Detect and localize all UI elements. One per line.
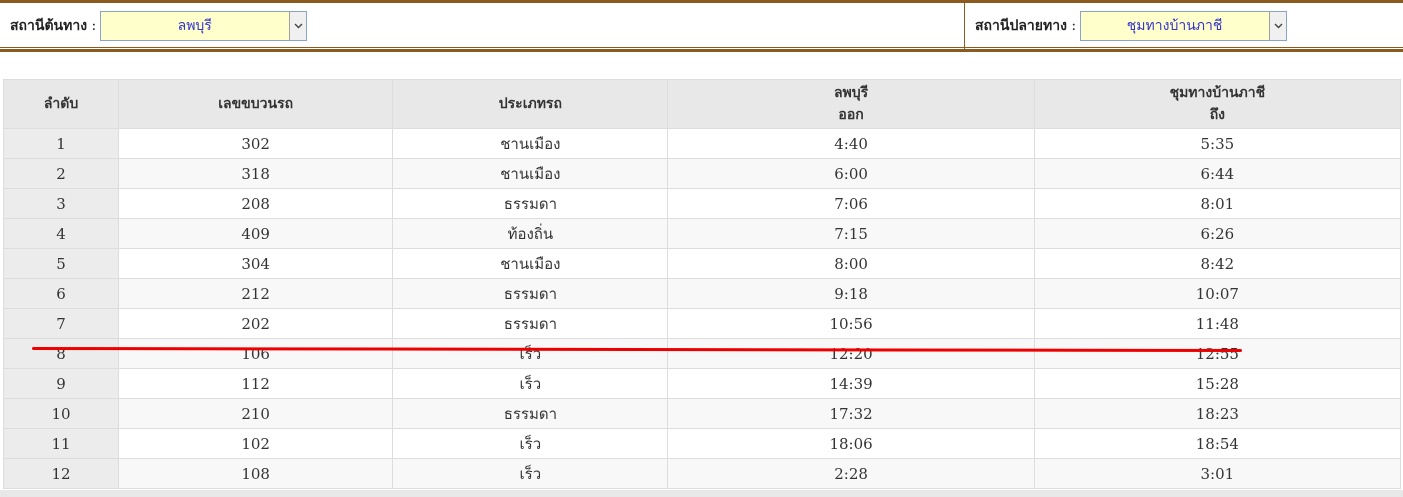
- table-row: 9 112 เร็ว 14:39 15:28: [2, 368, 1402, 399]
- cell-train-type: ธรรมดา: [392, 398, 669, 429]
- cell-depart-time: 10:56: [667, 308, 1035, 339]
- cell-arrive-time: 3:01: [1033, 458, 1402, 489]
- cell-depart-time: 7:15: [667, 218, 1035, 249]
- cell-train-type: ชานเมือง: [392, 158, 669, 189]
- header-destination-arrive: ชุมทางบ้านภาชี ถึง: [1033, 79, 1402, 129]
- chevron-down-icon[interactable]: [1269, 12, 1287, 40]
- origin-station-group: สถานีต้นทาง : ลพบุรี: [0, 3, 965, 49]
- origin-station-label: สถานีต้นทาง :: [10, 18, 97, 34]
- header-train-number: เลขขบวนรถ: [118, 79, 394, 129]
- cell-train-number: 108: [118, 458, 394, 489]
- cell-depart-time: 14:39: [667, 368, 1035, 399]
- cell-depart-time: 17:32: [667, 398, 1035, 429]
- cell-train-number: 106: [118, 338, 394, 369]
- cell-index: 11: [2, 428, 120, 459]
- cell-index: 4: [2, 218, 120, 249]
- cell-index: 9: [2, 368, 120, 399]
- table-row: 7 202 ธรรมดา 10:56 11:48: [2, 308, 1402, 339]
- cell-train-number: 318: [118, 158, 394, 189]
- cell-index: 10: [2, 398, 120, 429]
- cell-train-type: ท้องถิ่น: [392, 218, 669, 249]
- origin-station-select[interactable]: ลพบุรี: [100, 11, 308, 41]
- cell-train-type: เร็ว: [392, 428, 669, 459]
- cell-arrive-time: 12:55: [1033, 338, 1402, 369]
- table-footer-row: [0, 490, 1403, 497]
- station-selector-bar: สถานีต้นทาง : ลพบุรี สถานีปลายทาง : ชุมท…: [0, 0, 1403, 52]
- table-row: 10 210 ธรรมดา 17:32 18:23: [2, 398, 1402, 429]
- cell-train-type: ชานเมือง: [392, 248, 669, 279]
- chevron-down-icon[interactable]: [289, 12, 307, 40]
- table-row: 6 212 ธรรมดา 9:18 10:07: [2, 278, 1402, 309]
- origin-station-value: ลพบุรี: [177, 18, 212, 34]
- header-origin-station: ลพบุรี: [833, 85, 869, 101]
- header-origin-depart: ลพบุรี ออก: [667, 79, 1035, 129]
- cell-train-number: 409: [118, 218, 394, 249]
- table-row: 5 304 ชานเมือง 8:00 8:42: [2, 248, 1402, 279]
- cell-train-type: เร็ว: [392, 368, 669, 399]
- cell-arrive-time: 6:26: [1033, 218, 1402, 249]
- destination-station-label: สถานีปลายทาง :: [975, 18, 1077, 34]
- table-row: 11 102 เร็ว 18:06 18:54: [2, 428, 1402, 459]
- cell-index: 8: [2, 338, 120, 369]
- header-arrive: ถึง: [1209, 107, 1225, 123]
- header-index: ลำดับ: [2, 79, 120, 129]
- destination-station-group: สถานีปลายทาง : ชุมทางบ้านภาชี: [965, 3, 1403, 49]
- cell-index: 1: [2, 128, 120, 159]
- table-header-row: ลำดับ เลขขบวนรถ ประเภทรถ ลพบุรี ออก ชุมท…: [2, 79, 1402, 129]
- cell-train-number: 304: [118, 248, 394, 279]
- cell-arrive-time: 6:44: [1033, 158, 1402, 189]
- table-row: 3 208 ธรรมดา 7:06 8:01: [2, 188, 1402, 219]
- cell-depart-time: 7:06: [667, 188, 1035, 219]
- cell-index: 6: [2, 278, 120, 309]
- cell-arrive-time: 11:48: [1033, 308, 1402, 339]
- cell-arrive-time: 10:07: [1033, 278, 1402, 309]
- cell-train-number: 210: [118, 398, 394, 429]
- cell-depart-time: 18:06: [667, 428, 1035, 459]
- cell-train-type: ธรรมดา: [392, 188, 669, 219]
- table-row: 1 302 ชานเมือง 4:40 5:35: [2, 128, 1402, 159]
- destination-station-value: ชุมทางบ้านภาชี: [1126, 18, 1223, 34]
- cell-train-number: 212: [118, 278, 394, 309]
- cell-index: 7: [2, 308, 120, 339]
- header-depart: ออก: [838, 107, 864, 123]
- cell-depart-time: 6:00: [667, 158, 1035, 189]
- train-schedule-table: ลำดับ เลขขบวนรถ ประเภทรถ ลพบุรี ออก ชุมท…: [2, 79, 1402, 489]
- header-train-type: ประเภทรถ: [392, 79, 669, 129]
- cell-train-number: 202: [118, 308, 394, 339]
- cell-index: 2: [2, 158, 120, 189]
- cell-train-type: เร็ว: [392, 458, 669, 489]
- cell-train-type: เร็ว: [392, 338, 669, 369]
- header-destination-station: ชุมทางบ้านภาชี: [1169, 85, 1266, 101]
- cell-depart-time: 9:18: [667, 278, 1035, 309]
- cell-arrive-time: 18:54: [1033, 428, 1402, 459]
- divider: [0, 47, 1403, 48]
- cell-train-number: 102: [118, 428, 394, 459]
- cell-train-number: 112: [118, 368, 394, 399]
- cell-arrive-time: 15:28: [1033, 368, 1402, 399]
- cell-train-type: ธรรมดา: [392, 278, 669, 309]
- cell-arrive-time: 5:35: [1033, 128, 1402, 159]
- cell-train-type: ธรรมดา: [392, 308, 669, 339]
- cell-depart-time: 4:40: [667, 128, 1035, 159]
- table-row: 4 409 ท้องถิ่น 7:15 6:26: [2, 218, 1402, 249]
- table-row: 8 106 เร็ว 12:20 12:55: [2, 338, 1402, 369]
- cell-index: 3: [2, 188, 120, 219]
- cell-depart-time: 8:00: [667, 248, 1035, 279]
- destination-station-select[interactable]: ชุมทางบ้านภาชี: [1080, 11, 1288, 41]
- cell-train-number: 302: [118, 128, 394, 159]
- cell-train-type: ชานเมือง: [392, 128, 669, 159]
- cell-index: 5: [2, 248, 120, 279]
- cell-arrive-time: 18:23: [1033, 398, 1402, 429]
- cell-arrive-time: 8:01: [1033, 188, 1402, 219]
- cell-arrive-time: 8:42: [1033, 248, 1402, 279]
- cell-train-number: 208: [118, 188, 394, 219]
- table-row: 12 108 เร็ว 2:28 3:01: [2, 458, 1402, 489]
- cell-depart-time: 12:20: [667, 338, 1035, 369]
- cell-depart-time: 2:28: [667, 458, 1035, 489]
- cell-index: 12: [2, 458, 120, 489]
- table-row: 2 318 ชานเมือง 6:00 6:44: [2, 158, 1402, 189]
